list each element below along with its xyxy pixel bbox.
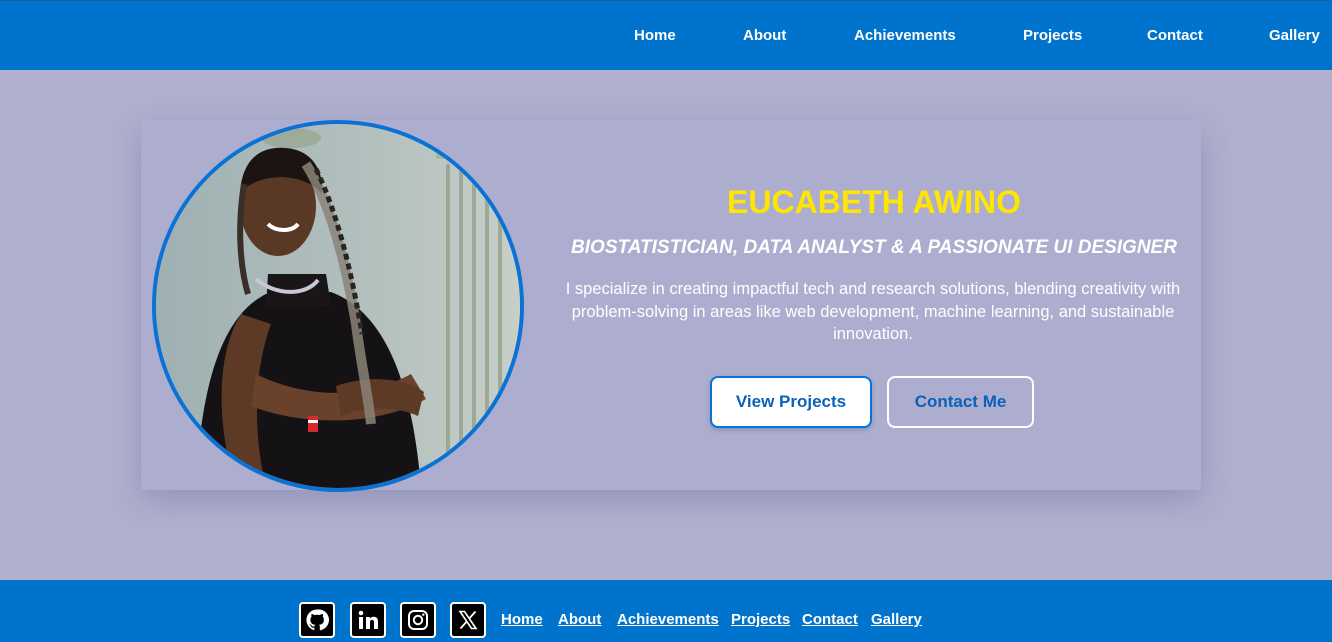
- nav-contact-link[interactable]: Contact: [1147, 27, 1203, 44]
- footer-home-link[interactable]: Home: [501, 611, 543, 628]
- hero-intro: I specialize in creating impactful tech …: [565, 280, 1181, 343]
- linkedin-icon[interactable]: [350, 602, 386, 638]
- footer-achievements-link[interactable]: Achievements: [617, 611, 719, 628]
- nav-gallery-link[interactable]: Gallery: [1269, 27, 1320, 44]
- footer-about-link[interactable]: About: [558, 611, 601, 628]
- github-icon[interactable]: [299, 602, 335, 638]
- footer-projects-link[interactable]: Projects: [731, 611, 790, 628]
- footer-contact-link[interactable]: Contact: [802, 611, 858, 628]
- hero-name: EUCABETH AWINO: [727, 184, 1021, 220]
- footer-gallery-link[interactable]: Gallery: [871, 611, 922, 628]
- top-navbar: Home About Achievements Projects Contact…: [0, 0, 1332, 70]
- contact-me-button[interactable]: Contact Me: [887, 376, 1034, 428]
- hero-tagline: BIOSTATISTICIAN, DATA ANALYST & A PASSIO…: [571, 237, 1177, 258]
- x-icon[interactable]: [450, 602, 486, 638]
- nav-projects-link[interactable]: Projects: [1023, 27, 1082, 44]
- nav-achievements-link[interactable]: Achievements: [854, 27, 956, 44]
- nav-about-link[interactable]: About: [743, 27, 786, 44]
- view-projects-button[interactable]: View Projects: [710, 376, 872, 428]
- instagram-icon[interactable]: [400, 602, 436, 638]
- nav-home-link[interactable]: Home: [634, 27, 676, 44]
- profile-photo: [152, 120, 524, 492]
